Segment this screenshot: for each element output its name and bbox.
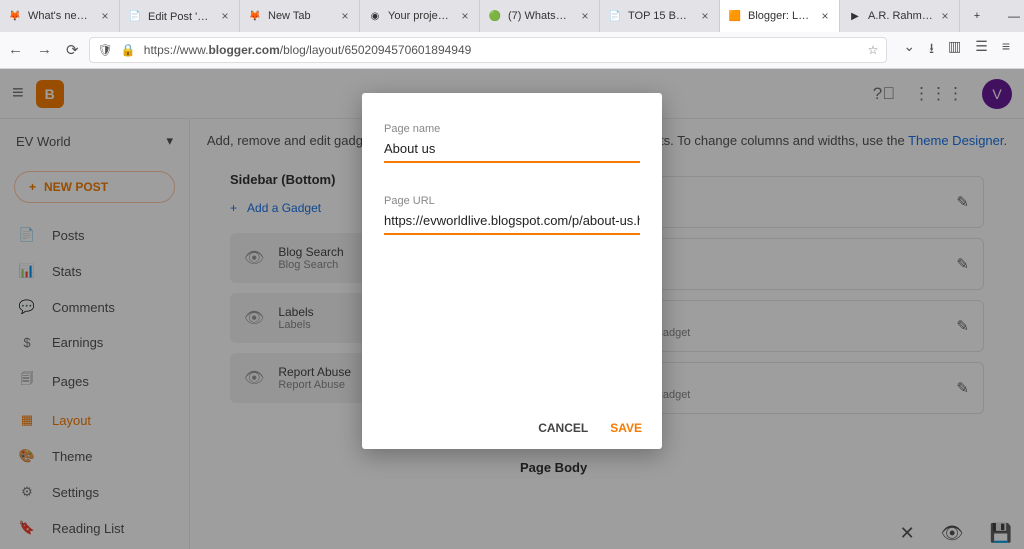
browser-tab[interactable]: 🦊 New Tab ×	[240, 0, 360, 32]
menu-icon[interactable]: ≡	[1002, 38, 1010, 62]
tab-close-icon[interactable]: ×	[99, 9, 111, 23]
tab-title: Blogger: Layout	[748, 10, 813, 22]
tab-close-icon[interactable]: ×	[939, 9, 951, 23]
browser-tab[interactable]: 📄 TOP 15 Business ide ×	[600, 0, 720, 32]
lock-icon: 🔒	[121, 43, 136, 57]
save-button[interactable]: SAVE	[610, 421, 642, 435]
cancel-button[interactable]: CANCEL	[538, 421, 588, 435]
forward-icon[interactable]: →	[37, 41, 52, 59]
url-box[interactable]: 🛡 🔒 https://www.blogger.com/blog/layout/…	[89, 37, 888, 63]
tab-close-icon[interactable]: ×	[819, 9, 831, 23]
tab-close-icon[interactable]: ×	[219, 9, 231, 23]
tab-title: (7) WhatsApp	[508, 10, 573, 22]
tab-close-icon[interactable]: ×	[579, 9, 591, 23]
browser-tab[interactable]: ◉ Your projects - Canv ×	[360, 0, 480, 32]
new-tab-button[interactable]: +	[960, 0, 994, 32]
nav-buttons: ← → ⟳	[8, 41, 79, 59]
tab-favicon: 🟢	[488, 9, 502, 23]
app-root: ≡ B ?⃝ ⋮⋮⋮ V EV World ▾ + NEW POST 📄Post…	[0, 69, 1024, 549]
tab-title: TOP 15 Business ide	[628, 10, 693, 22]
pocket-icon[interactable]: ⌄	[903, 38, 915, 62]
tab-title: A.R. Rahman - Hosa	[868, 10, 933, 22]
window-minimize[interactable]: —	[994, 0, 1024, 32]
tab-title: New Tab	[268, 10, 333, 22]
tab-favicon: 🟧	[728, 9, 742, 23]
library-icon[interactable]: ▥	[948, 38, 961, 62]
url-text: https://www.blogger.com/blog/layout/6502…	[144, 43, 860, 57]
page-name-label: Page name	[384, 123, 640, 135]
tab-favicon: 🦊	[248, 9, 262, 23]
shield-icon: 🛡	[98, 43, 113, 57]
page-name-input[interactable]	[384, 135, 640, 163]
tab-favicon: 📄	[128, 9, 142, 23]
window-controls: — ▢ ✕	[994, 0, 1024, 32]
toolbar-right-icons: ⌄ ⭳ ▥ ☰ ≡	[897, 38, 1016, 62]
tab-close-icon[interactable]: ×	[339, 9, 351, 23]
browser-tab[interactable]: ▶ A.R. Rahman - Hosa ×	[840, 0, 960, 32]
page-url-input[interactable]	[384, 207, 640, 235]
browser-tab[interactable]: 🟧 Blogger: Layout ×	[720, 0, 840, 32]
back-icon[interactable]: ←	[8, 41, 23, 59]
reload-icon[interactable]: ⟳	[66, 41, 79, 59]
tab-title: Your projects - Canv	[388, 10, 453, 22]
tab-close-icon[interactable]: ×	[459, 9, 471, 23]
configure-link-dialog: Page name Page URL CANCEL SAVE	[362, 93, 662, 449]
browser-chrome: 🦊 What's new with Fire × 📄 Edit Post 'फ्री ब…	[0, 0, 1024, 69]
sidebar-icon[interactable]: ☰	[975, 38, 988, 62]
browser-tab[interactable]: 🟢 (7) WhatsApp ×	[480, 0, 600, 32]
tab-title: What's new with Fire	[28, 10, 93, 22]
address-bar: ← → ⟳ 🛡 🔒 https://www.blogger.com/blog/l…	[0, 32, 1024, 68]
tab-favicon: ▶	[848, 9, 862, 23]
downloads-icon[interactable]: ⭳	[929, 38, 934, 62]
tab-favicon: ◉	[368, 9, 382, 23]
browser-tab[interactable]: 📄 Edit Post 'फ्री ब्लॉगिंग ×	[120, 0, 240, 32]
tab-bar: 🦊 What's new with Fire × 📄 Edit Post 'फ्री ब…	[0, 0, 1024, 32]
page-url-label: Page URL	[384, 195, 640, 207]
browser-tab[interactable]: 🦊 What's new with Fire ×	[0, 0, 120, 32]
bookmark-star-icon[interactable]: ☆	[868, 43, 879, 57]
tab-title: Edit Post 'फ्री ब्लॉगिंग	[148, 9, 213, 24]
tab-favicon: 📄	[608, 9, 622, 23]
dialog-buttons: CANCEL SAVE	[362, 409, 662, 449]
dialog-scroll[interactable]: Page name Page URL	[362, 93, 662, 409]
tab-favicon: 🦊	[8, 9, 22, 23]
tab-close-icon[interactable]: ×	[699, 9, 711, 23]
